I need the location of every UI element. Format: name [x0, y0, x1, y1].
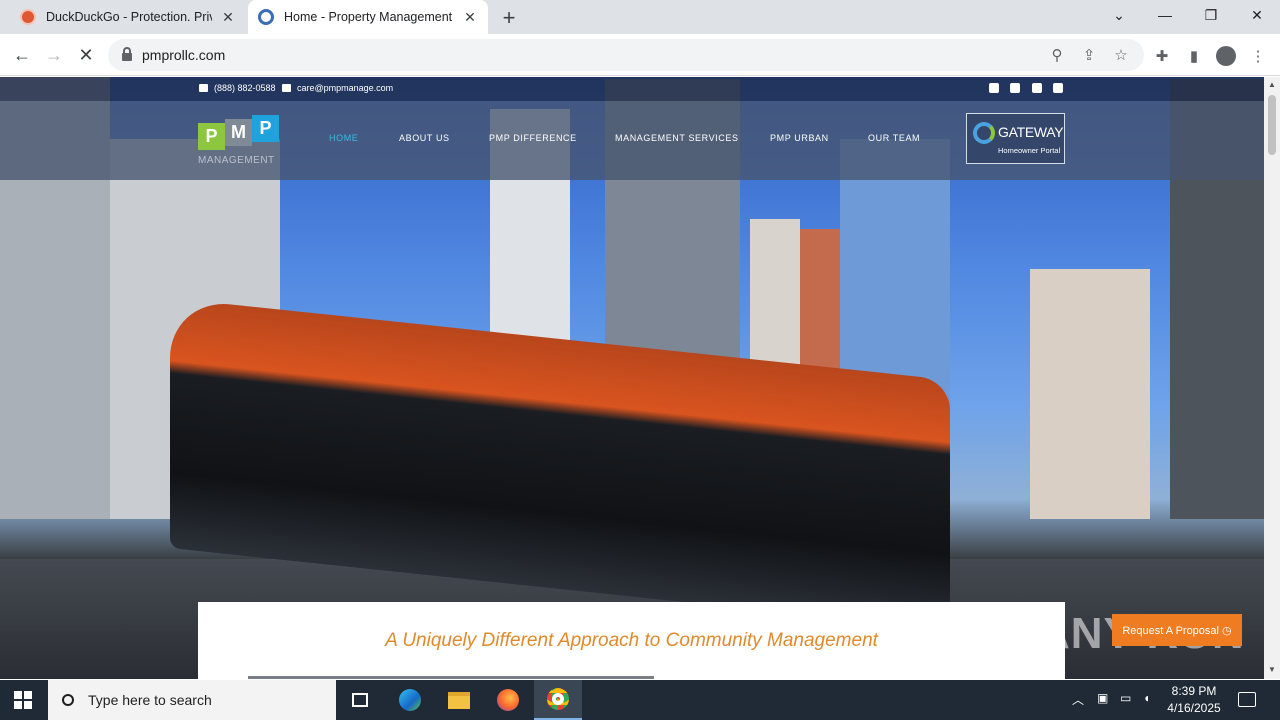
- phone-icon: [199, 84, 208, 92]
- back-arrow-icon[interactable]: ←: [9, 42, 35, 68]
- tab-search-chevron-icon[interactable]: ⌄: [1096, 0, 1142, 30]
- page-scrollbar[interactable]: ▲ ▼: [1264, 77, 1280, 679]
- search-icon: [62, 694, 74, 706]
- search-placeholder[interactable]: Type here to search: [88, 692, 212, 708]
- forward-arrow-icon[interactable]: →: [41, 42, 67, 68]
- nav-management-services[interactable]: MANAGEMENT SERVICES: [615, 133, 739, 143]
- gateway-portal-button[interactable]: GATEWAY Homeowner Portal: [966, 113, 1065, 164]
- url-text[interactable]: pmprollc.com: [142, 47, 225, 63]
- logo-subtitle: MANAGEMENT: [198, 155, 275, 166]
- edge-icon[interactable]: [386, 680, 434, 720]
- lock-icon[interactable]: [122, 47, 132, 61]
- tab-pmp-home[interactable]: Home - Property Management Professionals…: [248, 0, 488, 34]
- task-view-icon[interactable]: [336, 680, 384, 720]
- logo-letter: P: [252, 115, 279, 142]
- pmp-logo[interactable]: P M P MANAGEMENT: [198, 111, 282, 171]
- network-icon[interactable]: ▭: [1120, 691, 1131, 705]
- loading-favicon-icon: [258, 9, 274, 25]
- minimize-button[interactable]: —: [1142, 0, 1188, 30]
- instagram-icon[interactable]: [1010, 83, 1020, 93]
- web-page: (888) 882-0588 care@pmpmanage.com P M P …: [0, 77, 1264, 679]
- email-contact[interactable]: care@pmpmanage.com: [282, 83, 393, 93]
- clock-time: 8:39 PM: [1171, 684, 1217, 698]
- file-explorer-icon[interactable]: [435, 680, 483, 720]
- browser-tab-bar: DuckDuckGo - Protection. Privacy ✕ Home …: [0, 0, 1280, 34]
- scroll-thumb[interactable]: [1268, 95, 1276, 155]
- gateway-subtitle: Homeowner Portal: [998, 146, 1061, 155]
- nav-pmp-difference[interactable]: PMP DIFFERENCE: [489, 133, 577, 143]
- twitter-icon[interactable]: [989, 83, 999, 93]
- nav-pmp-urban[interactable]: PMP URBAN: [770, 133, 829, 143]
- nav-home[interactable]: HOME: [329, 133, 358, 143]
- tagline-heading: A Uniquely Different Approach to Communi…: [385, 630, 878, 651]
- show-hidden-icons-chevron-icon[interactable]: ︿: [1072, 691, 1084, 708]
- clock-date: 4/16/2025: [1167, 701, 1221, 715]
- system-clock[interactable]: 8:39 PM 4/16/2025: [1162, 683, 1226, 717]
- volume-icon[interactable]: ◖: [1143, 691, 1150, 705]
- more-menu-icon[interactable]: ⋮: [1248, 46, 1268, 66]
- browser-toolbar: ← → ✕ pmprollc.com ⚲ ⇪ ☆ ✚ ▮ ⋮: [0, 34, 1280, 76]
- share-icon[interactable]: ⇪: [1080, 46, 1098, 64]
- windows-start-icon[interactable]: [14, 691, 32, 709]
- linkedin-icon[interactable]: [1053, 83, 1063, 93]
- restore-button[interactable]: ❐: [1188, 0, 1234, 30]
- bookmark-star-icon[interactable]: ☆: [1112, 46, 1130, 64]
- new-tab-button[interactable]: +: [498, 5, 520, 31]
- scroll-up-icon[interactable]: ▲: [1268, 80, 1276, 89]
- notification-center-icon[interactable]: [1238, 692, 1256, 707]
- firefox-icon[interactable]: [484, 680, 532, 720]
- zoom-icon[interactable]: ⚲: [1048, 46, 1066, 64]
- phone-contact[interactable]: (888) 882-0588: [199, 83, 276, 93]
- chrome-icon[interactable]: [534, 680, 582, 720]
- scroll-down-icon[interactable]: ▼: [1268, 665, 1276, 674]
- tab-title: Home - Property Management Professionals: [284, 10, 454, 24]
- email-icon: [282, 84, 291, 92]
- address-bar[interactable]: pmprollc.com ⚲ ⇪ ☆: [108, 39, 1144, 71]
- gateway-logo-icon: [973, 122, 995, 144]
- duckduckgo-favicon-icon: [20, 9, 36, 25]
- tab-duckduckgo[interactable]: DuckDuckGo - Protection. Privacy ✕: [10, 0, 246, 34]
- side-panel-icon[interactable]: ▮: [1184, 46, 1204, 66]
- windows-taskbar: Type here to search ︿ ▣ ▭ ◖ 8:39 PM 4/16…: [0, 680, 1280, 720]
- request-proposal-button[interactable]: Request A Proposal ◷: [1112, 614, 1242, 646]
- tab-close-icon[interactable]: ✕: [220, 9, 236, 26]
- logo-letter: M: [225, 119, 252, 146]
- contact-strip: (888) 882-0588 care@pmpmanage.com: [0, 77, 1264, 101]
- tab-close-icon[interactable]: ✕: [462, 9, 478, 26]
- profile-avatar-icon[interactable]: [1216, 46, 1236, 66]
- site-navbar: P M P MANAGEMENT HOME ABOUT US PMP DIFFE…: [0, 101, 1264, 180]
- facebook-icon[interactable]: [1032, 83, 1042, 93]
- nav-about-us[interactable]: ABOUT US: [399, 133, 450, 143]
- phone-number[interactable]: (888) 882-0588: [214, 83, 276, 93]
- close-window-button[interactable]: ✕: [1234, 0, 1280, 30]
- meet-now-icon[interactable]: ▣: [1097, 691, 1108, 705]
- stop-loading-icon[interactable]: ✕: [73, 42, 99, 68]
- email-address[interactable]: care@pmpmanage.com: [297, 83, 393, 93]
- logo-letter: P: [198, 123, 225, 150]
- gateway-title: GATEWAY: [998, 124, 1064, 140]
- intro-image: [248, 676, 654, 679]
- taskbar-search-box[interactable]: Type here to search: [48, 680, 336, 720]
- extensions-puzzle-icon[interactable]: ✚: [1152, 46, 1172, 66]
- intro-card: A Uniquely Different Approach to Communi…: [198, 602, 1065, 679]
- nav-our-team[interactable]: OUR TEAM: [868, 133, 920, 143]
- tab-title: DuckDuckGo - Protection. Privacy: [46, 10, 212, 24]
